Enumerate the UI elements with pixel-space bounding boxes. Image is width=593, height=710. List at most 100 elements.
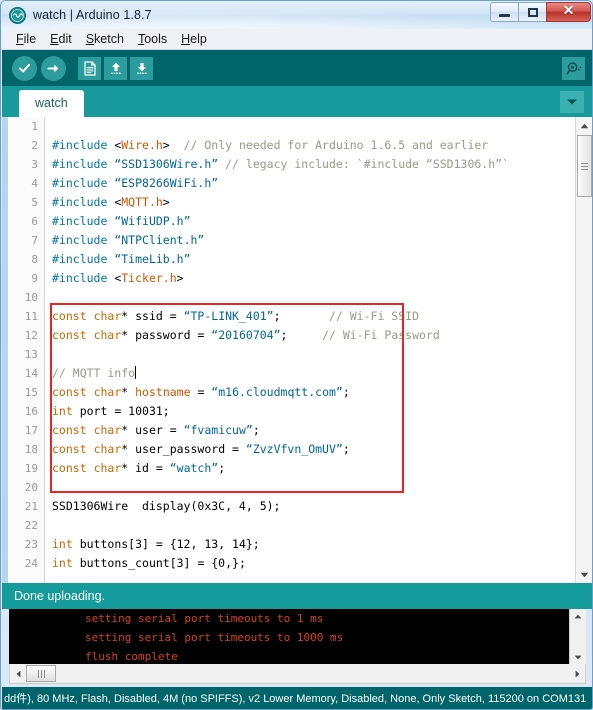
upload-button[interactable] <box>41 55 66 81</box>
code-line-text[interactable]: const char* ssid = “TP-LINK_401”; // Wi-… <box>44 307 563 326</box>
code-line[interactable]: 4 #include “ESP8266WiFi.h” <box>8 174 563 193</box>
caret-up-icon <box>574 614 582 618</box>
code-line[interactable]: 7 #include “NTPClient.h” <box>8 231 563 250</box>
code-line[interactable]: 9 #include <Ticker.h> <box>8 269 563 288</box>
menu-item-sketch[interactable]: Sketch <box>80 31 132 47</box>
minimize-button[interactable] <box>490 2 519 22</box>
code-line-text[interactable]: const char* user = “fvamicuw”; <box>44 421 563 440</box>
code-line[interactable]: 12 const char* password = “20160704”; // … <box>8 326 563 345</box>
code-line-text[interactable]: const char* hostname = “m16.cloudmqtt.co… <box>44 383 563 402</box>
console-scroll-right-arrow[interactable] <box>569 665 585 683</box>
board-status-bar: dd件), 80 MHz, Flash, Disabled, 4M (no SP… <box>2 687 592 709</box>
line-number: 10 <box>24 291 38 304</box>
menu-item-file[interactable]: File <box>10 31 44 47</box>
code-line[interactable]: 24 int buttons_count[3] = {0,}; <box>8 554 563 573</box>
console-line: setting serial port timeouts to 1000 ms <box>85 631 344 644</box>
menu-item-tools[interactable]: Tools <box>132 31 175 47</box>
code-line-text[interactable] <box>44 288 563 307</box>
code-line-text[interactable] <box>44 516 563 535</box>
code-line[interactable]: 11 const char* ssid = “TP-LINK_401”; // W… <box>8 307 563 326</box>
line-number: 21 <box>24 500 38 513</box>
editor-scrollbar-thumb[interactable] <box>577 135 592 197</box>
code-line[interactable]: 8 #include “TimeLib.h” <box>8 250 563 269</box>
console-output[interactable]: setting serial port timeouts to 1 ms sett… <box>9 609 586 664</box>
editor-vertical-scrollbar[interactable] <box>575 117 592 583</box>
console-hscrollbar-thumb[interactable] <box>26 665 56 682</box>
code-line-text[interactable]: const char* user_password = “ZvzVfvn_OmU… <box>44 440 563 459</box>
console-horizontal-scrollbar[interactable] <box>9 664 586 684</box>
line-number: 19 <box>24 462 38 475</box>
console-lines-container: setting serial port timeouts to 1 ms sett… <box>9 609 586 664</box>
serial-monitor-button[interactable] <box>562 56 585 80</box>
code-line-text[interactable]: // MQTT info <box>44 364 563 383</box>
code-line[interactable]: 19 const char* id = “watch”; <box>8 459 563 478</box>
code-line[interactable]: 10 <box>8 288 563 307</box>
code-lines-container[interactable]: 1 2 #include <Wire.h> // Only needed for A… <box>8 117 563 583</box>
chevron-down-icon <box>567 99 577 105</box>
code-line[interactable]: 14 // MQTT info <box>8 364 563 383</box>
code-line-text[interactable] <box>44 345 563 364</box>
code-line[interactable]: 15 const char* hostname = “m16.cloudmqtt.… <box>8 383 563 402</box>
new-sketch-button[interactable] <box>78 56 101 80</box>
status-message-bar: Done uploading. <box>2 583 592 609</box>
console-scroll-left-arrow[interactable] <box>10 665 26 683</box>
window-controls: ✕ <box>490 2 591 22</box>
console-scroll-down-arrow[interactable] <box>570 650 586 664</box>
code-line-text[interactable]: #include <MQTT.h> <box>44 193 563 212</box>
close-icon: ✕ <box>562 4 575 19</box>
save-sketch-button[interactable] <box>130 56 153 80</box>
code-line[interactable]: 17 const char* user = “fvamicuw”; <box>8 421 563 440</box>
maximize-button[interactable] <box>518 2 547 22</box>
close-button[interactable]: ✕ <box>546 2 591 22</box>
code-line-text[interactable]: SSD1306Wire display(0x3C, 4, 5); <box>44 497 563 516</box>
code-line-text[interactable]: const char* id = “watch”; <box>44 459 563 478</box>
code-line-text[interactable]: int buttons[3] = {12, 13, 14}; <box>44 535 563 554</box>
line-number: 16 <box>24 405 38 418</box>
scroll-down-arrow[interactable] <box>576 566 592 583</box>
verify-button[interactable] <box>12 55 37 81</box>
code-line[interactable]: 3 #include “SSD1306Wire.h” // legacy incl… <box>8 155 563 174</box>
console-scroll-up-arrow[interactable] <box>570 609 586 623</box>
line-number: 12 <box>24 329 38 342</box>
code-line-text[interactable]: #include <Wire.h> // Only needed for Ard… <box>44 136 563 155</box>
code-line-text[interactable]: #include <Ticker.h> <box>44 269 563 288</box>
line-number: 17 <box>24 424 38 437</box>
code-line-text[interactable]: #include “NTPClient.h” <box>44 231 563 250</box>
upload-icon <box>47 64 59 72</box>
code-line[interactable]: 18 const char* user_password = “ZvzVfvn_O… <box>8 440 563 459</box>
code-line[interactable]: 20 <box>8 478 563 497</box>
code-line[interactable]: 2 #include <Wire.h> // Only needed for Ar… <box>8 136 563 155</box>
code-line[interactable]: 1 <box>8 117 563 136</box>
serial-monitor-icon <box>566 61 581 74</box>
line-number: 4 <box>31 177 38 190</box>
code-line[interactable]: 16 int port = 10031; <box>8 402 563 421</box>
code-line-text[interactable]: int port = 10031; <box>44 402 563 421</box>
code-line-text[interactable] <box>44 478 563 497</box>
code-line[interactable]: 5 #include <MQTT.h> <box>8 193 563 212</box>
console-vertical-scrollbar[interactable] <box>569 609 586 664</box>
code-line[interactable]: 6 #include “WifiUDP.h” <box>8 212 563 231</box>
menu-item-edit[interactable]: Edit <box>44 31 80 47</box>
tab-watch[interactable]: watch <box>19 90 84 117</box>
line-number: 14 <box>24 367 38 380</box>
code-line-text[interactable]: #include “SSD1306Wire.h” // legacy inclu… <box>44 155 563 174</box>
open-sketch-button[interactable] <box>104 56 127 80</box>
code-line[interactable]: 21 SSD1306Wire display(0x3C, 4, 5); <box>8 497 563 516</box>
scroll-up-arrow[interactable] <box>576 117 592 134</box>
line-number: 3 <box>31 158 38 171</box>
scrollbar-grip-icon <box>581 161 588 172</box>
code-line[interactable]: 13 <box>8 345 563 364</box>
code-line-text[interactable]: const char* password = “20160704”; // Wi… <box>44 326 563 345</box>
code-line-text[interactable]: int buttons_count[3] = {0,}; <box>44 554 563 573</box>
code-line-text[interactable] <box>44 117 563 136</box>
code-line-text[interactable]: #include “ESP8266WiFi.h” <box>44 174 563 193</box>
menu-item-help[interactable]: Help <box>175 31 215 47</box>
code-line[interactable]: 23 int buttons[3] = {12, 13, 14}; <box>8 535 563 554</box>
line-number: 7 <box>31 234 38 247</box>
menu-bar: File Edit Sketch Tools Help <box>2 29 592 50</box>
code-line-text[interactable]: #include “WifiUDP.h” <box>44 212 563 231</box>
code-line-text[interactable]: #include “TimeLib.h” <box>44 250 563 269</box>
tab-menu-button[interactable] <box>560 91 584 113</box>
code-editor[interactable]: 1 2 #include <Wire.h> // Only needed for A… <box>2 117 592 583</box>
code-line[interactable]: 22 <box>8 516 563 535</box>
